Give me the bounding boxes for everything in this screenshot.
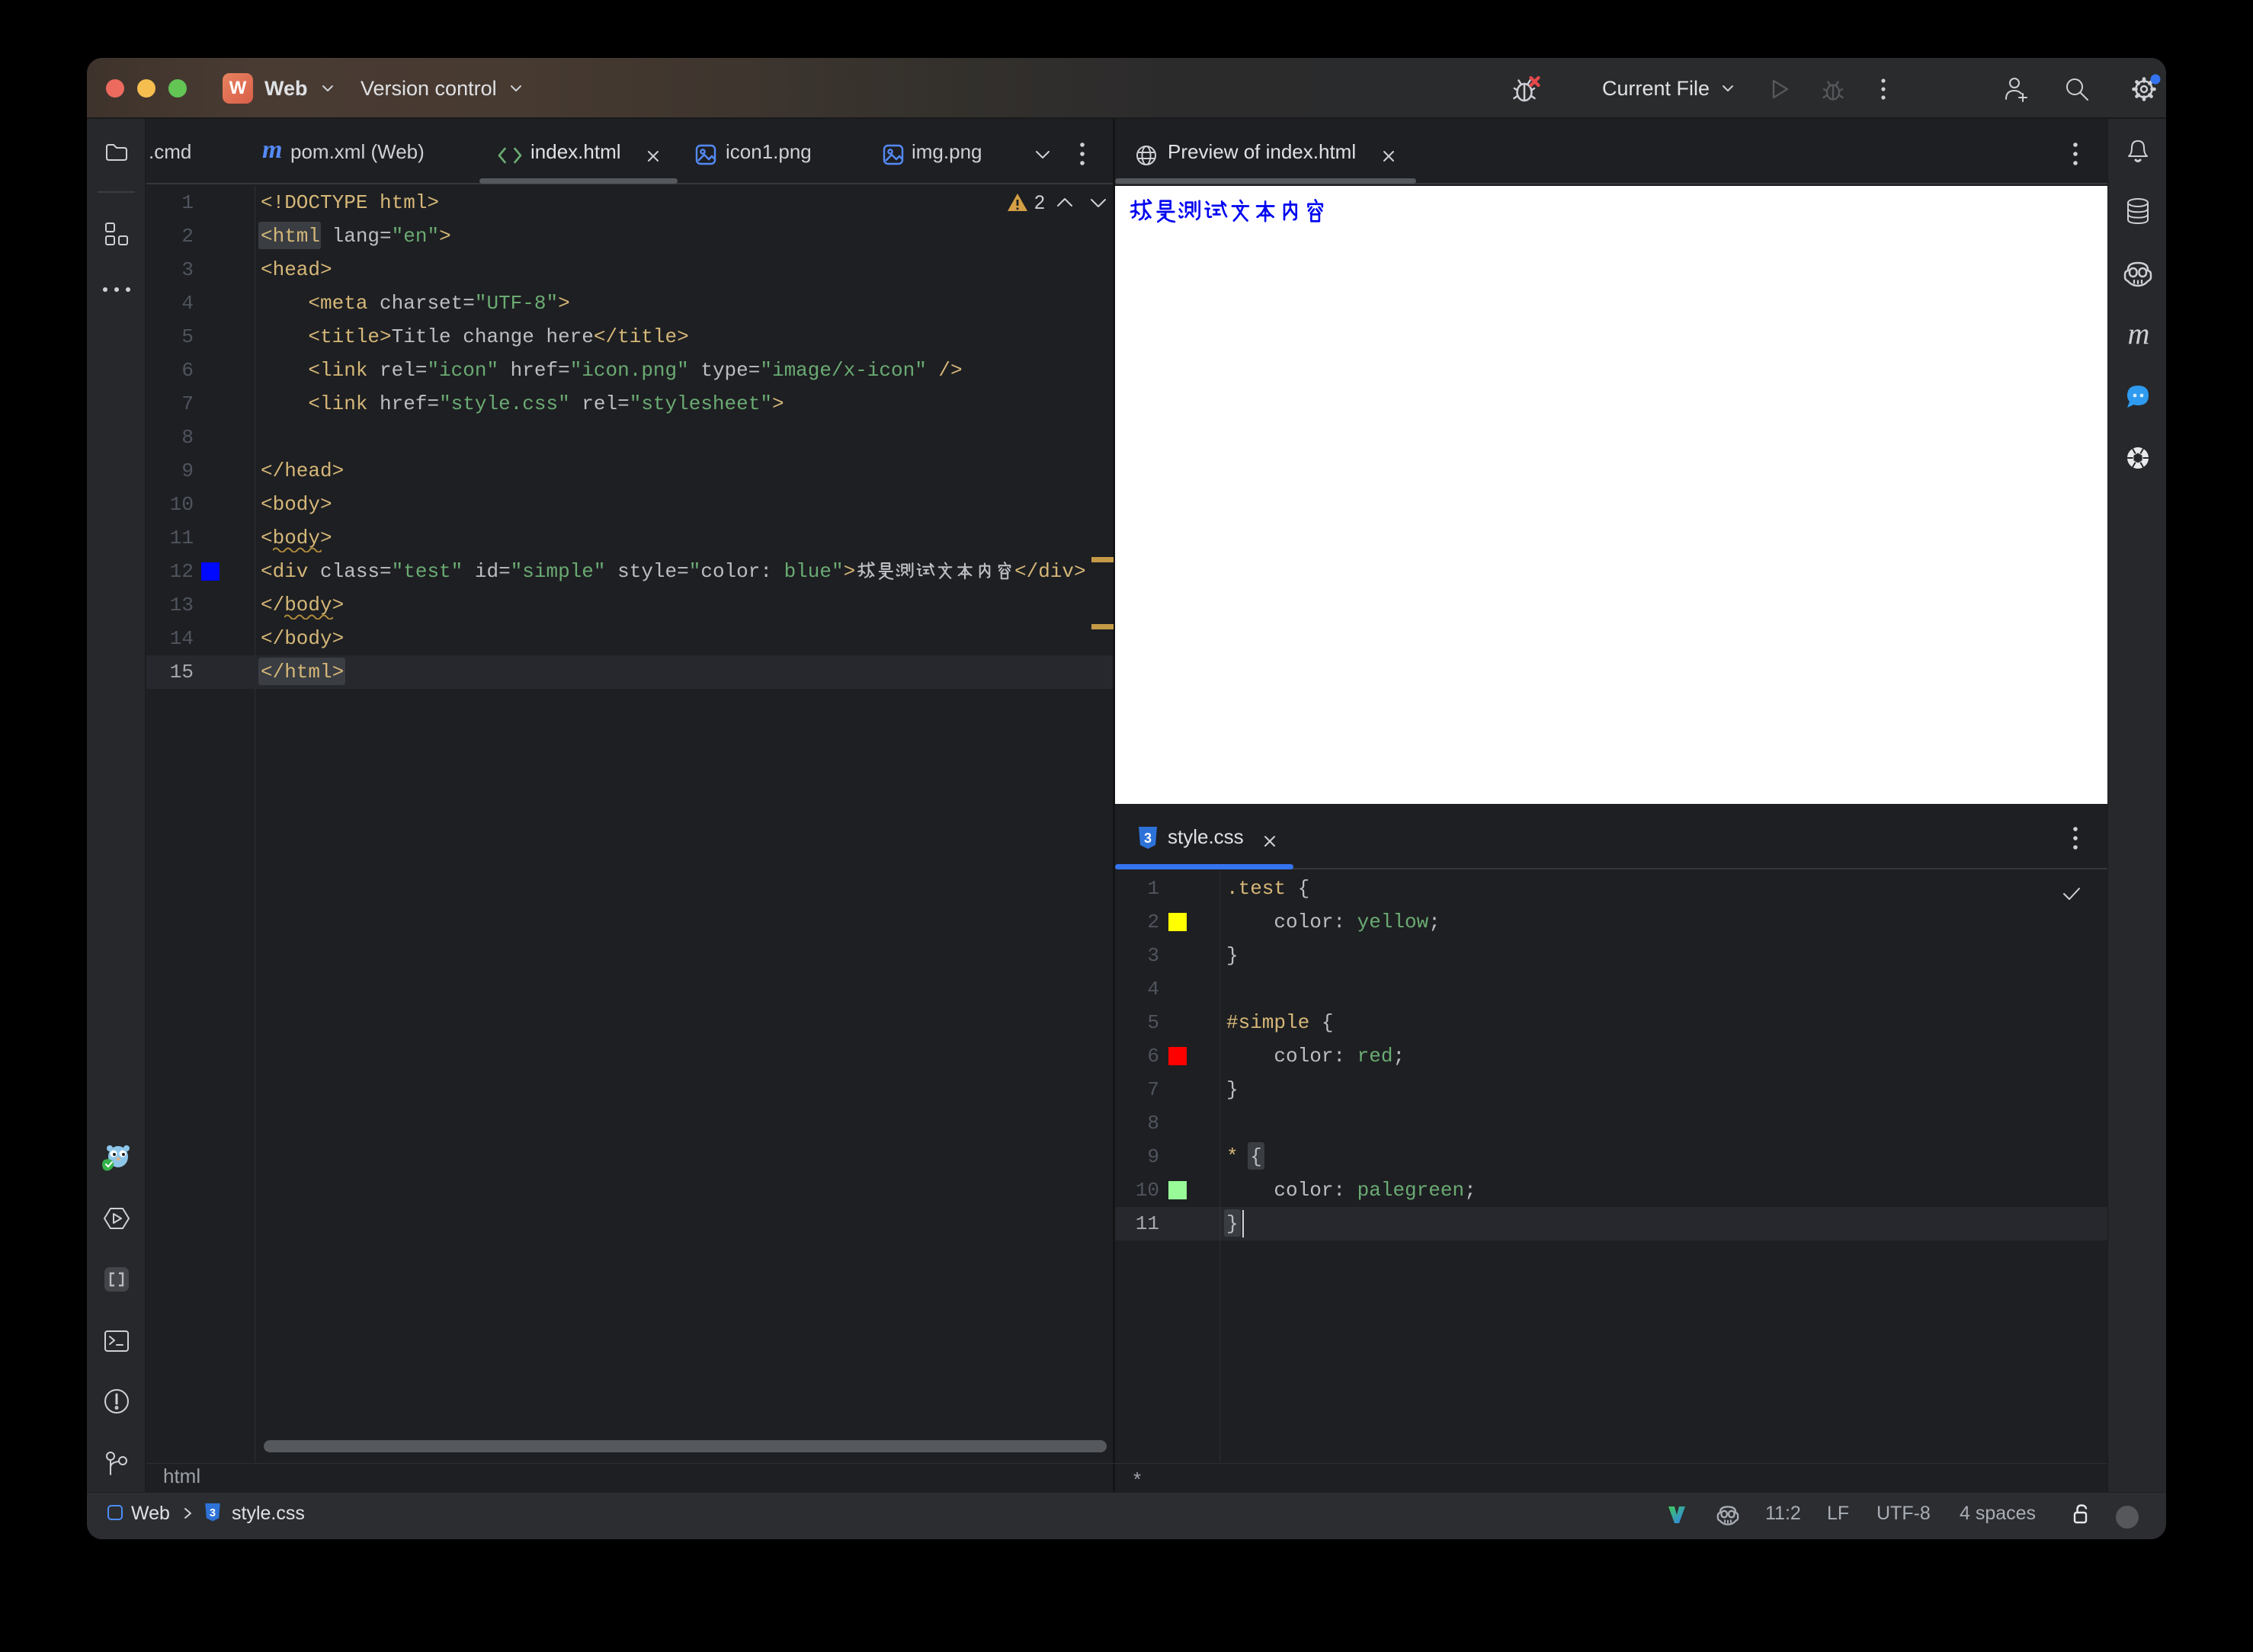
svg-text:3: 3 — [210, 1507, 216, 1519]
svg-text:3: 3 — [1144, 831, 1152, 846]
